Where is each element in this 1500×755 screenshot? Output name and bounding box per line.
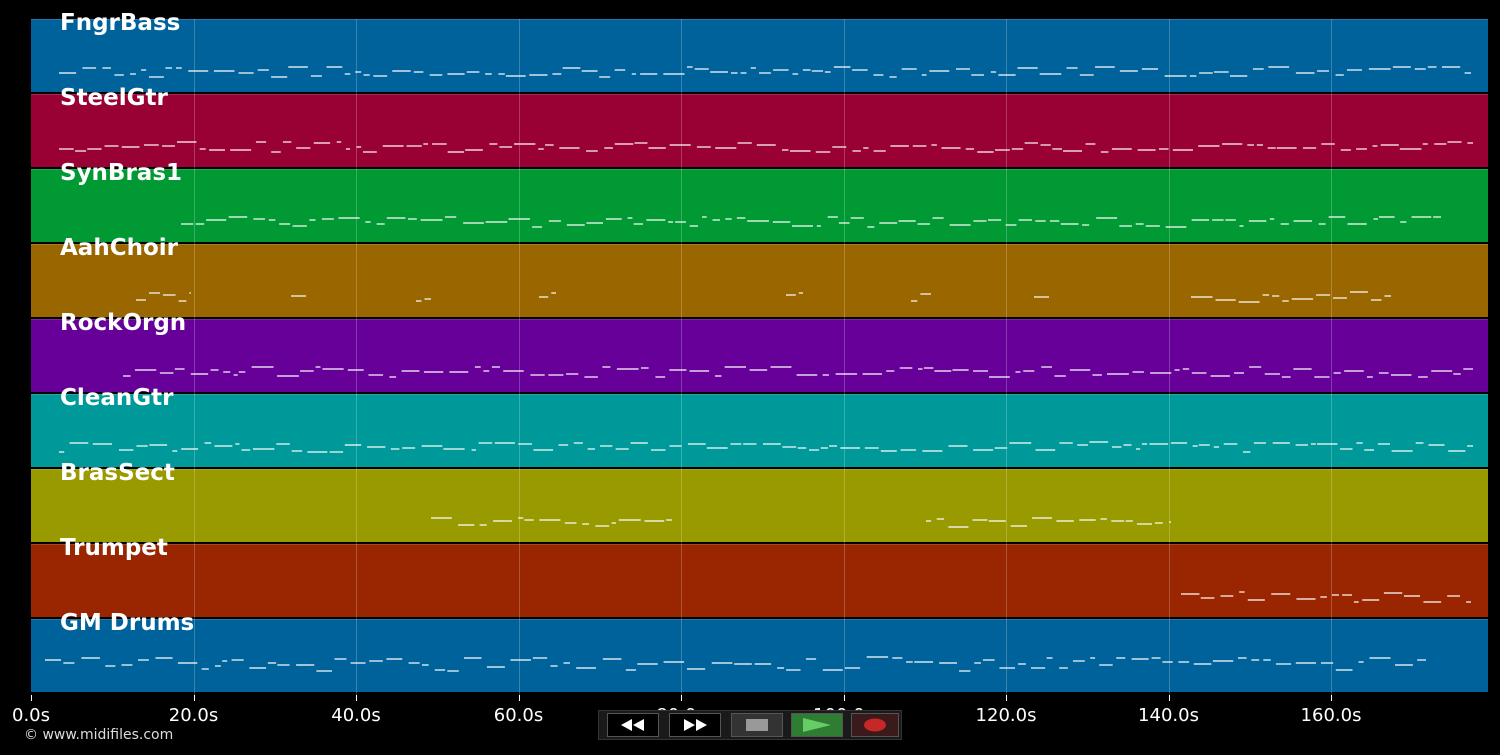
axis-tick-label: 60.0s [493, 705, 544, 726]
track-name: CleanGtr [60, 385, 174, 411]
axis-tick [843, 695, 845, 701]
fast-forward-icon [684, 719, 707, 731]
note-pattern [59, 66, 1471, 78]
rewind-icon [621, 719, 644, 731]
note-pattern [59, 141, 1473, 153]
track-lane: CleanGtr [31, 385, 1488, 467]
track-lanes: FngrBass SteelGtr SynBras1 AahChoir RockOrgn… [31, 10, 1488, 695]
axis-tick-label: 20.0s [168, 705, 219, 726]
stop-button[interactable] [731, 713, 783, 737]
axis-tick-label: 160.0s [1300, 705, 1362, 726]
axis-tick-label: 0.0s [11, 705, 51, 726]
track-lane: SynBras1 [31, 160, 1488, 242]
note-pattern [1181, 591, 1471, 603]
fast-forward-button[interactable] [669, 713, 721, 737]
transport-bar [598, 710, 902, 740]
track-lane: BrasSect [31, 460, 1488, 542]
track-lane: Trumpet [31, 535, 1488, 617]
axis-tick [1331, 695, 1332, 701]
track-name: SteelGtr [60, 85, 168, 111]
play-icon [803, 718, 831, 732]
track-lane: AahChoir [31, 235, 1488, 317]
axis-tick [1006, 695, 1007, 701]
track-name: SynBras1 [60, 160, 183, 186]
note-pattern [123, 366, 1473, 378]
stop-icon [746, 719, 768, 731]
track-name: FngrBass [60, 10, 181, 36]
note-pattern [136, 291, 1391, 303]
play-button[interactable] [791, 713, 843, 737]
axis-tick [356, 695, 357, 701]
track-name: AahChoir [60, 235, 178, 261]
track-name: BrasSect [60, 460, 175, 486]
note-pattern [59, 441, 1473, 453]
track-lane: GM Drums [31, 610, 1488, 692]
record-button[interactable] [851, 713, 899, 737]
track-name: Trumpet [60, 535, 168, 561]
note-pattern [181, 216, 1441, 228]
axis-tick-label: 40.0s [331, 705, 381, 726]
copyright-text: © www.midifiles.com [24, 727, 174, 743]
note-pattern [431, 517, 1171, 528]
axis-tick-label: 140.0s [1138, 705, 1199, 726]
axis-tick [31, 695, 32, 701]
rewind-button[interactable] [607, 713, 659, 737]
axis-tick [518, 695, 520, 701]
note-pattern [45, 656, 1426, 672]
axis-tick [1168, 695, 1170, 701]
record-icon [864, 718, 886, 732]
track-lane: SteelGtr [31, 85, 1488, 167]
track-name: GM Drums [60, 610, 195, 636]
track-name: RockOrgn [60, 310, 187, 336]
axis-tick [193, 695, 195, 701]
axis-tick [681, 695, 682, 701]
track-lane: RockOrgn [31, 310, 1488, 392]
track-lane: FngrBass [31, 10, 1488, 92]
axis-tick-label: 120.0s [975, 705, 1037, 726]
